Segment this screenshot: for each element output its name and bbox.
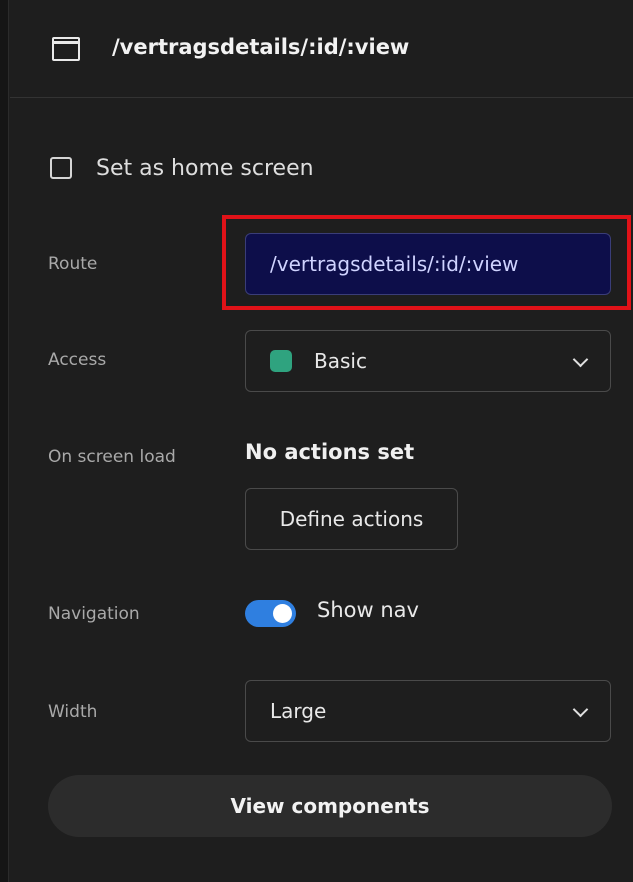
toggle-knob <box>273 604 292 623</box>
route-label: Route <box>48 254 98 274</box>
panel-header: /vertragsdetails/:id/:view <box>10 0 633 98</box>
define-actions-label: Define actions <box>279 507 424 531</box>
route-input-value: /vertragsdetails/:id/:view <box>270 252 519 276</box>
route-input[interactable]: /vertragsdetails/:id/:view <box>245 233 611 295</box>
view-components-button[interactable]: View components <box>48 775 612 837</box>
define-actions-button[interactable]: Define actions <box>245 488 458 550</box>
show-nav-toggle[interactable] <box>245 600 296 627</box>
no-actions-status: No actions set <box>245 440 415 464</box>
width-label: Width <box>48 702 98 722</box>
access-select[interactable]: Basic <box>245 330 611 392</box>
width-value: Large <box>270 699 327 723</box>
chevron-down-icon <box>572 351 589 368</box>
screen-icon <box>52 37 80 61</box>
left-edge-divider <box>0 0 9 882</box>
set-home-screen-option[interactable]: Set as home screen <box>50 152 314 184</box>
home-screen-label: Set as home screen <box>96 155 314 181</box>
view-components-label: View components <box>230 794 430 818</box>
screen-settings-panel: /vertragsdetails/:id/:view Set as home s… <box>10 0 633 882</box>
home-screen-checkbox[interactable] <box>50 157 72 179</box>
show-nav-label: Show nav <box>317 598 419 622</box>
chevron-down-icon <box>572 701 589 718</box>
access-label: Access <box>48 350 107 370</box>
navigation-label: Navigation <box>48 604 140 624</box>
access-value: Basic <box>314 349 367 373</box>
on-screen-load-label: On screen load <box>48 447 176 467</box>
access-status-dot <box>270 350 292 372</box>
screen-title: /vertragsdetails/:id/:view <box>112 35 410 59</box>
width-select[interactable]: Large <box>245 680 611 742</box>
